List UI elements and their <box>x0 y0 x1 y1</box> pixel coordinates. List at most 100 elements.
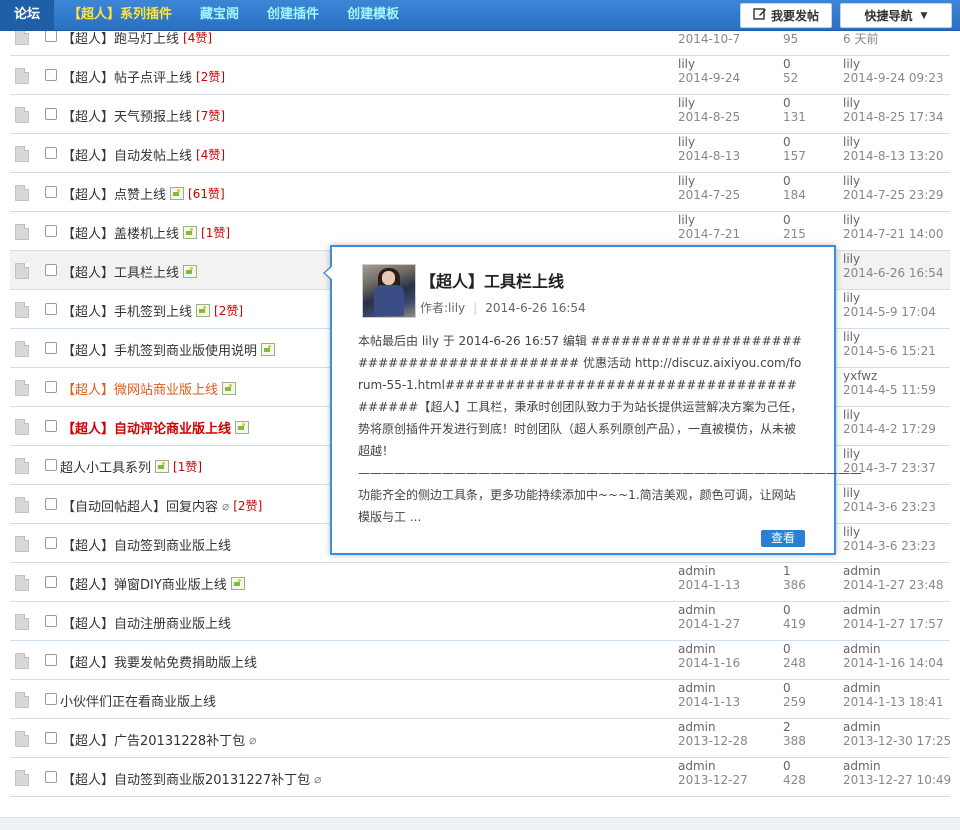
select-checkbox[interactable] <box>45 342 57 354</box>
thread-title-text[interactable]: 【自动回帖超人】回复内容 <box>62 496 218 515</box>
thread-title[interactable]: 【超人】我要发帖免费捐助版上线 <box>62 652 257 671</box>
thread-title[interactable]: 超人小工具系列 [1赞] <box>60 457 202 476</box>
last-post-user[interactable]: admin <box>843 642 944 656</box>
select-checkbox[interactable] <box>45 537 57 549</box>
table-row[interactable]: 【超人】自动注册商业版上线 admin 2014-1-27 0 419 admin 2014… <box>10 602 950 641</box>
thread-title-text[interactable]: 【超人】手机签到商业版使用说明 <box>62 340 257 359</box>
last-post-time[interactable]: 2014-1-27 17:57 <box>843 617 944 631</box>
table-row[interactable]: 【超人】自动签到商业版20131227补丁包 ⌀ admin 2013-12-27 0 4… <box>10 758 951 797</box>
thread-title-text[interactable]: 【超人】盖楼机上线 <box>62 223 179 242</box>
thread-title-text[interactable]: 【超人】我要发帖免费捐助版上线 <box>62 652 257 671</box>
thread-title[interactable]: 【超人】微网站商业版上线 <box>62 379 237 398</box>
thread-title-text[interactable]: 【超人】自动注册商业版上线 <box>62 613 231 632</box>
thread-title-text[interactable]: 【超人】自动签到商业版20131227补丁包 <box>62 769 310 788</box>
select-checkbox[interactable] <box>45 69 57 81</box>
last-post-time[interactable]: 2014-8-25 17:34 <box>843 110 944 124</box>
thread-title-text[interactable]: 【超人】弹窗DIY商业版上线 <box>62 574 227 593</box>
avatar[interactable] <box>362 264 416 318</box>
select-checkbox[interactable] <box>45 459 57 471</box>
last-post-user[interactable]: lily <box>843 213 944 227</box>
table-row[interactable]: 【超人】我要发帖免费捐助版上线 admin 2014-1-16 0 248 admin 20… <box>10 641 950 680</box>
last-post-time[interactable]: 2014-5-6 15:21 <box>843 344 936 358</box>
last-post-time[interactable]: 2014-7-25 23:29 <box>843 188 944 202</box>
author-name[interactable]: lily <box>678 135 740 149</box>
thread-icon[interactable] <box>15 185 29 201</box>
table-row[interactable]: 【超人】弹窗DIY商业版上线 admin 2014-1-13 1 386 admin 201… <box>10 563 950 602</box>
last-post-user[interactable]: lily <box>843 96 944 110</box>
thread-title[interactable]: 【超人】自动注册商业版上线 <box>62 613 231 632</box>
thread-title[interactable]: 【超人】手机签到上线 [2赞] <box>62 301 243 320</box>
last-post-time[interactable]: 2014-7-21 14:00 <box>843 227 944 241</box>
select-checkbox[interactable] <box>45 147 57 159</box>
last-post-user[interactable]: yxfwz <box>843 369 936 383</box>
thread-icon[interactable] <box>15 341 29 357</box>
thread-title-text[interactable]: 【超人】手机签到上线 <box>62 301 192 320</box>
select-checkbox[interactable] <box>45 264 57 276</box>
thread-icon[interactable] <box>15 29 29 45</box>
thread-title[interactable]: 【超人】自动签到商业版上线 <box>62 535 231 554</box>
last-post-user[interactable]: lily <box>843 135 944 149</box>
thread-title[interactable]: 【超人】帖子点评上线 [2赞] <box>62 67 225 86</box>
last-post-user[interactable]: lily <box>843 330 936 344</box>
table-row[interactable]: 【超人】广告20131228补丁包 ⌀ admin 2013-12-28 2 388 adm… <box>10 719 951 758</box>
thread-title[interactable]: 【超人】自动签到商业版20131227补丁包 ⌀ <box>62 769 321 789</box>
table-row[interactable]: 【超人】天气预报上线 [7赞] lily 2014-8-25 0 131 lily 2014-… <box>10 95 950 134</box>
thread-title[interactable]: 【超人】广告20131228补丁包 ⌀ <box>62 730 256 750</box>
thread-title-text[interactable]: 【超人】帖子点评上线 <box>62 67 192 86</box>
last-post-time[interactable]: 2014-5-9 17:04 <box>843 305 936 319</box>
thread-icon[interactable] <box>15 692 29 708</box>
thread-icon[interactable] <box>15 380 29 396</box>
last-post-user[interactable]: admin <box>843 681 944 695</box>
select-checkbox[interactable] <box>45 732 57 744</box>
thread-title-text[interactable]: 【超人】工具栏上线 <box>62 262 179 281</box>
view-button[interactable]: 查看 <box>761 530 805 547</box>
last-post-time[interactable]: 2014-4-5 11:59 <box>843 383 936 397</box>
nav-treasure[interactable]: 藏宝阁 <box>186 0 253 30</box>
thread-icon[interactable] <box>15 419 29 435</box>
nav-superman-plugins[interactable]: 【超人】系列插件 <box>54 0 186 30</box>
last-post-user[interactable]: lily <box>843 447 936 461</box>
last-post-time[interactable]: 2014-4-2 17:29 <box>843 422 936 436</box>
last-post-user[interactable]: admin <box>843 759 951 773</box>
last-post-time[interactable]: 2014-8-13 13:20 <box>843 149 944 163</box>
new-post-button[interactable]: 我要发帖 <box>740 3 832 28</box>
author-name[interactable]: admin <box>678 759 748 773</box>
select-checkbox[interactable] <box>45 30 57 42</box>
thread-title[interactable]: 【超人】手机签到商业版使用说明 <box>62 340 276 359</box>
thread-title[interactable]: 小伙伴们正在看商业版上线 <box>60 691 216 710</box>
thread-icon[interactable] <box>15 536 29 552</box>
last-post-time[interactable]: 6 天前 <box>843 32 878 46</box>
last-post-user[interactable]: lily <box>843 252 944 266</box>
last-post-time[interactable]: 2014-3-6 23:23 <box>843 500 936 514</box>
thread-icon[interactable] <box>15 263 29 279</box>
last-post-time[interactable]: 2014-9-24 09:23 <box>843 71 944 85</box>
last-post-user[interactable]: lily <box>843 57 944 71</box>
thread-icon[interactable] <box>15 575 29 591</box>
thread-title-text[interactable]: 【超人】广告20131228补丁包 <box>62 730 245 749</box>
nav-create-template[interactable]: 创建模板 <box>333 0 413 30</box>
select-checkbox[interactable] <box>45 108 57 120</box>
thread-icon[interactable] <box>15 731 29 747</box>
last-post-user[interactable]: lily <box>843 174 944 188</box>
last-post-user[interactable]: lily <box>843 291 936 305</box>
select-checkbox[interactable] <box>45 615 57 627</box>
last-post-time[interactable]: 2014-6-26 16:54 <box>843 266 944 280</box>
thread-title-text[interactable]: 【超人】自动评论商业版上线 <box>62 418 231 437</box>
table-row[interactable]: 【超人】点赞上线 [61赞] lily 2014-7-25 0 184 lily 2014-7… <box>10 173 950 212</box>
thread-title-text[interactable]: 超人小工具系列 <box>60 457 151 476</box>
last-post-time[interactable]: 2013-12-27 10:49 <box>843 773 951 787</box>
thread-title[interactable]: 【超人】工具栏上线 <box>62 262 198 281</box>
last-post-time[interactable]: 2014-1-27 23:48 <box>843 578 944 592</box>
last-post-user[interactable]: lily <box>843 486 936 500</box>
select-checkbox[interactable] <box>45 498 57 510</box>
select-checkbox[interactable] <box>45 225 57 237</box>
table-row[interactable]: 【超人】帖子点评上线 [2赞] lily 2014-9-24 0 52 lily 2014-9… <box>10 56 950 95</box>
thread-icon[interactable] <box>15 107 29 123</box>
last-post-time[interactable]: 2014-1-13 18:41 <box>843 695 944 709</box>
author-name[interactable]: admin <box>678 720 748 734</box>
thread-title-text[interactable]: 【超人】自动签到商业版上线 <box>62 535 231 554</box>
author-name[interactable]: admin <box>678 603 740 617</box>
author-name[interactable]: lily <box>678 96 740 110</box>
thread-icon[interactable] <box>15 146 29 162</box>
table-row[interactable]: 小伙伴们正在看商业版上线 admin 2014-1-13 0 259 admin 2014-… <box>10 680 950 719</box>
